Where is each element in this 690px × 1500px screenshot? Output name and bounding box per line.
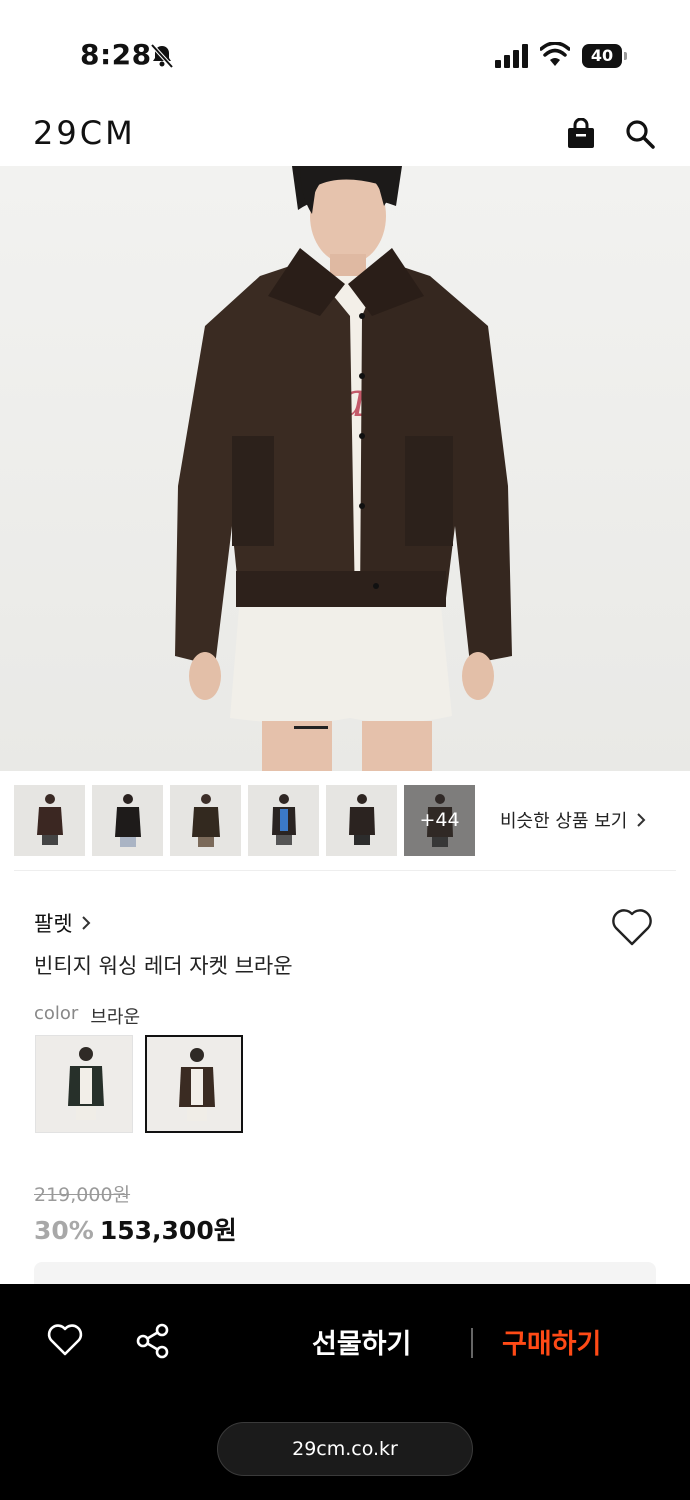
gift-button[interactable]: 선물하기: [312, 1322, 411, 1361]
model-illustration: fa: [175, 166, 512, 771]
section-divider: [14, 870, 676, 871]
thumbnail-figure: [115, 794, 141, 847]
color-label: color: [34, 1003, 79, 1024]
status-bar: 8:28 40: [0, 0, 690, 100]
wifi-icon: [540, 42, 570, 66]
color-option-row: color 브라운: [34, 1003, 140, 1029]
similar-products-label: 비슷한 상품 보기: [500, 811, 628, 832]
discount-rate: 30%: [34, 1216, 94, 1245]
shopping-bag-icon[interactable]: [566, 118, 596, 150]
carousel-indicator: [294, 726, 328, 729]
thumbnail-3[interactable]: [170, 785, 241, 856]
brand-logo[interactable]: 29CM: [33, 114, 136, 152]
button-separator: [471, 1328, 473, 1358]
chevron-right-icon: [637, 813, 646, 827]
bottom-action-bar: 선물하기 구매하기 29cm.co.kr: [0, 1284, 690, 1500]
original-price: 219,000원: [34, 1184, 131, 1206]
thumbnail-2[interactable]: [92, 785, 163, 856]
bell-slash-icon: [150, 43, 174, 69]
swatch-figure: [68, 1047, 104, 1120]
status-time: 8:28: [80, 38, 152, 71]
chevron-right-icon: [81, 916, 91, 930]
similar-products-link[interactable]: 비슷한 상품 보기: [500, 807, 647, 833]
battery-indicator: 40: [582, 44, 628, 68]
battery-tip: [624, 52, 627, 60]
product-title: 빈티지 워싱 레더 자켓 브라운: [34, 954, 293, 978]
price-row: 30% 153,300원: [34, 1211, 237, 1247]
wishlist-heart-icon[interactable]: [610, 906, 654, 948]
color-swatch-1[interactable]: [35, 1035, 133, 1133]
selected-color-value: 브라운: [90, 1007, 141, 1028]
buy-button[interactable]: 구매하기: [502, 1322, 601, 1361]
thumbnail-4[interactable]: [248, 785, 319, 856]
more-images-count: +44: [404, 785, 475, 856]
thumbnail-5[interactable]: [326, 785, 397, 856]
brand-name: 팔렛: [34, 912, 73, 936]
thumbnail-6-more[interactable]: +44: [404, 785, 475, 856]
thumbnail-1[interactable]: [14, 785, 85, 856]
thumbnail-figure: [349, 794, 375, 845]
swatch-figure: [179, 1048, 215, 1121]
share-icon[interactable]: [134, 1322, 172, 1360]
brand-link[interactable]: 팔렛: [34, 908, 91, 938]
browser-url-bar[interactable]: 29cm.co.kr: [217, 1422, 473, 1476]
product-main-image[interactable]: fa: [0, 166, 690, 771]
thumbnail-figure: [37, 794, 63, 845]
battery-level: 40: [582, 44, 622, 68]
search-icon[interactable]: [624, 118, 656, 150]
cellular-signal-icon: [495, 44, 528, 68]
thumbnail-strip: +44 비슷한 상품 보기: [14, 785, 676, 857]
heart-icon[interactable]: [46, 1322, 84, 1358]
thumbnail-figure: [272, 794, 296, 845]
final-price: 153,300원: [99, 1216, 237, 1245]
color-swatch-2-selected[interactable]: [145, 1035, 243, 1133]
thumbnail-figure: [192, 794, 220, 847]
app-header: 29CM: [0, 100, 690, 166]
